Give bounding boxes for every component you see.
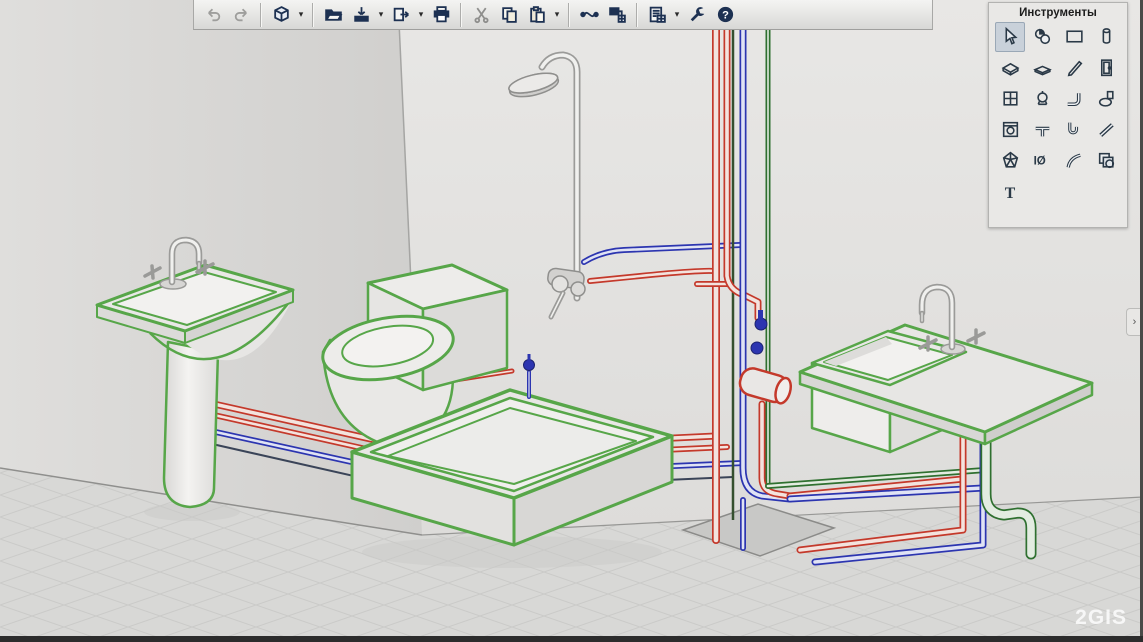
trap-tool-icon bbox=[1064, 119, 1085, 140]
polyhedron-tool[interactable] bbox=[995, 146, 1025, 176]
report-button[interactable] bbox=[644, 2, 670, 28]
copy-icon bbox=[500, 5, 519, 24]
toolbar-separator bbox=[260, 3, 262, 27]
redo-icon bbox=[232, 5, 251, 24]
app-window: ▾▾▾▾▾? Инструменты IØT › 2GIS bbox=[0, 0, 1143, 642]
door-tool-icon bbox=[1096, 57, 1117, 78]
copy-sheet-tool[interactable] bbox=[1091, 146, 1121, 176]
copy-button[interactable] bbox=[496, 2, 522, 28]
tee-pipe-tool-icon bbox=[1032, 119, 1053, 140]
sanitary-fixture-tool-icon bbox=[1096, 88, 1117, 109]
wrench-button[interactable] bbox=[684, 2, 710, 28]
diameter-dimension-tool[interactable]: IØ bbox=[1027, 146, 1057, 176]
window-tool[interactable] bbox=[995, 84, 1025, 114]
cylinder-tool[interactable] bbox=[1091, 22, 1121, 52]
help-button[interactable]: ? bbox=[712, 2, 738, 28]
toolbar-separator bbox=[460, 3, 462, 27]
bend-pipe-tool[interactable] bbox=[1059, 146, 1089, 176]
report-icon bbox=[648, 5, 667, 24]
export-model-button[interactable] bbox=[388, 2, 414, 28]
panel-tool[interactable] bbox=[1027, 53, 1057, 83]
tee-pipe-tool[interactable] bbox=[1027, 115, 1057, 145]
spline-button[interactable] bbox=[576, 2, 602, 28]
components-tool[interactable] bbox=[1027, 22, 1057, 52]
trap-tool[interactable] bbox=[1059, 115, 1089, 145]
rectangle-tool-icon bbox=[1064, 26, 1085, 47]
text-tool[interactable]: T bbox=[995, 177, 1025, 207]
undo-button[interactable] bbox=[200, 2, 226, 28]
open-folder-icon bbox=[324, 5, 343, 24]
undo-icon bbox=[204, 5, 223, 24]
print-button[interactable] bbox=[428, 2, 454, 28]
polyhedron-tool-icon bbox=[1000, 150, 1021, 171]
select-tool[interactable] bbox=[995, 22, 1025, 52]
cut-icon bbox=[472, 5, 491, 24]
import-model-dropdown[interactable]: ▾ bbox=[376, 9, 386, 20]
sanitary-fixture-tool[interactable] bbox=[1091, 84, 1121, 114]
select-tool-icon bbox=[1000, 26, 1021, 47]
svg-text:?: ? bbox=[722, 10, 729, 22]
wrench-icon bbox=[688, 5, 707, 24]
import-model-icon bbox=[352, 5, 371, 24]
pencil-tool[interactable] bbox=[1059, 53, 1089, 83]
cylinder-tool-icon bbox=[1096, 26, 1117, 47]
watermark: 2GIS bbox=[1075, 606, 1127, 630]
toolbar-separator bbox=[636, 3, 638, 27]
toolbar-separator bbox=[568, 3, 570, 27]
outliner-tag-button[interactable] bbox=[604, 2, 630, 28]
bottom-bar bbox=[0, 636, 1143, 642]
tools-panel-title: Инструменты bbox=[989, 3, 1127, 21]
outliner-tag-icon bbox=[608, 5, 627, 24]
import-model-button[interactable] bbox=[348, 2, 374, 28]
components-tool-icon bbox=[1032, 26, 1053, 47]
text-tool-icon: T bbox=[1000, 181, 1021, 202]
pipe-segment-tool[interactable] bbox=[1091, 115, 1121, 145]
paste-dropdown[interactable]: ▾ bbox=[552, 9, 562, 20]
open-folder-button[interactable] bbox=[320, 2, 346, 28]
slab-tool[interactable] bbox=[995, 53, 1025, 83]
copy-sheet-tool-icon bbox=[1096, 150, 1117, 171]
model-info-icon bbox=[272, 5, 291, 24]
pencil-tool-icon bbox=[1064, 57, 1085, 78]
appliance-tool-icon bbox=[1000, 119, 1021, 140]
paste-icon bbox=[528, 5, 547, 24]
model-info-button[interactable] bbox=[268, 2, 294, 28]
3d-viewport[interactable] bbox=[0, 0, 1143, 642]
model-info-dropdown[interactable]: ▾ bbox=[296, 9, 306, 20]
redo-button[interactable] bbox=[228, 2, 254, 28]
pump-tool-icon bbox=[1032, 88, 1053, 109]
pump-tool[interactable] bbox=[1027, 84, 1057, 114]
door-tool[interactable] bbox=[1091, 53, 1121, 83]
export-model-icon bbox=[392, 5, 411, 24]
paste-button[interactable] bbox=[524, 2, 550, 28]
tools-panel: Инструменты IØ T bbox=[988, 2, 1128, 228]
panel-tool-icon bbox=[1032, 57, 1053, 78]
report-dropdown[interactable]: ▾ bbox=[672, 9, 682, 20]
cut-button[interactable] bbox=[468, 2, 494, 28]
rectangle-tool[interactable] bbox=[1059, 22, 1089, 52]
svg-text:IØ: IØ bbox=[1033, 156, 1045, 168]
spline-icon bbox=[580, 5, 599, 24]
bend-pipe-tool-icon bbox=[1064, 150, 1085, 171]
window-tool-icon bbox=[1000, 88, 1021, 109]
svg-text:T: T bbox=[1004, 185, 1015, 202]
elbow-pipe-tool[interactable] bbox=[1059, 84, 1089, 114]
elbow-pipe-tool-icon bbox=[1064, 88, 1085, 109]
appliance-tool[interactable] bbox=[995, 115, 1025, 145]
print-icon bbox=[432, 5, 451, 24]
slab-tool-icon bbox=[1000, 57, 1021, 78]
main-toolbar: ▾ ▾ ▾ ▾ ▾? bbox=[193, 0, 933, 30]
export-model-dropdown[interactable]: ▾ bbox=[416, 9, 426, 20]
tool-grid: IØ T bbox=[989, 21, 1127, 207]
pipe-segment-tool-icon bbox=[1096, 119, 1117, 140]
help-icon: ? bbox=[716, 5, 735, 24]
diameter-dimension-tool-icon: IØ bbox=[1032, 150, 1053, 171]
toolbar-separator bbox=[312, 3, 314, 27]
